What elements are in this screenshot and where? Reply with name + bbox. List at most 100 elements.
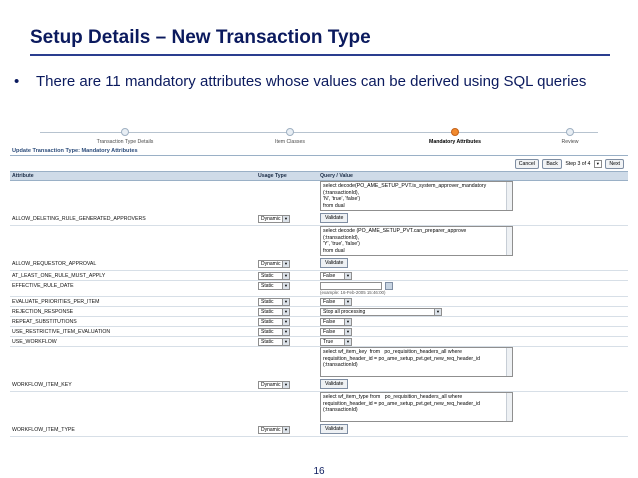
query-cell: select wf_item_key from po_requisition_h… (317, 347, 628, 391)
usage-type-select[interactable]: Static ▼ (258, 307, 290, 316)
value-select[interactable]: False ▼ (320, 317, 352, 326)
train-step-2[interactable]: Item Classes (235, 128, 345, 145)
usage-cell: Static ▼ (255, 297, 317, 306)
bullet-icon: • (14, 73, 20, 90)
train-navigation: Transaction Type Details Item Classes Ma… (10, 128, 628, 148)
dropdown-arrow-icon: ▼ (282, 338, 289, 345)
query-text: select decode (PO_AME_SETUP_PVT.can_prep… (323, 228, 467, 254)
usage-cell: Dynamic ▼ (255, 215, 317, 225)
query-text: select wf_item_type from po_requisition_… (323, 394, 481, 414)
dropdown-arrow-icon: ▼ (344, 328, 351, 335)
query-textarea[interactable]: select wf_item_key from po_requisition_h… (320, 347, 513, 377)
validate-button[interactable]: Validate (320, 379, 349, 389)
dropdown-arrow-icon: ▼ (282, 216, 289, 222)
train-step-icon (566, 128, 574, 136)
value-text: True (323, 338, 334, 345)
value-select[interactable]: False ▼ (320, 297, 352, 306)
usage-type-select[interactable]: Static ▼ (258, 317, 290, 326)
value-select[interactable]: False ▼ (320, 271, 352, 280)
attribute-name: ALLOW_DELETING_RULE_GENERATED_APPROVERS (12, 216, 146, 222)
dropdown-arrow-icon: ▼ (282, 283, 289, 289)
attribute-name: REJECTION_RESPONSE (12, 308, 74, 315)
textarea-scrollbar[interactable] (506, 393, 512, 421)
query-text: select wf_item_key from po_requisition_h… (323, 349, 481, 369)
dropdown-arrow-icon: ▼ (434, 308, 441, 315)
textarea-scrollbar[interactable] (506, 348, 512, 376)
value-cell: False ▼ (317, 271, 628, 280)
table-row: WORKFLOW_ITEM_TYPE Dynamic ▼ select wf_it… (10, 392, 628, 437)
header-query-value: Query / Value (320, 173, 353, 179)
query-textarea[interactable]: select wf_item_type from po_requisition_… (320, 392, 513, 422)
value-select[interactable]: False ▼ (320, 327, 352, 336)
query-textarea[interactable]: select decode(PO_AME_SETUP_PVT.is_system… (320, 181, 513, 211)
train-step-label: Review (561, 139, 579, 145)
date-example: (example: 16-Feb-2005 15:46:00) (320, 290, 386, 295)
validate-button[interactable]: Validate (320, 258, 349, 268)
step-indicator: Step 3 of 4 (565, 161, 591, 167)
usage-type-select[interactable]: Dynamic ▼ (258, 381, 290, 389)
query-cell: select decode(PO_AME_SETUP_PVT.is_system… (317, 181, 628, 225)
usage-type-select[interactable]: Static ▼ (258, 271, 290, 280)
query-cell: select wf_item_type from po_requisition_… (317, 392, 628, 436)
usage-cell: Dynamic ▼ (255, 260, 317, 270)
table-row: USE_RESTRICTIVE_ITEM_EVALUATION Static ▼ … (10, 327, 628, 337)
value-select[interactable]: Stop all processing ▼ (320, 307, 442, 316)
train-step-3[interactable]: Mandatory Attributes (400, 128, 510, 145)
usage-cell: Static ▼ (255, 281, 317, 292)
step-select[interactable]: ▼ (593, 160, 602, 168)
dropdown-arrow-icon: ▼ (282, 308, 289, 315)
value-text: False (323, 298, 336, 305)
calendar-icon[interactable] (385, 282, 393, 290)
usage-cell: Dynamic ▼ (255, 381, 317, 391)
train-step-icon (451, 128, 459, 136)
train-step-1[interactable]: Transaction Type Details (70, 128, 180, 145)
value-cell: (example: 16-Feb-2005 15:46:00) (317, 281, 628, 295)
value-text: False (323, 272, 336, 279)
usage-type-select[interactable]: Dynamic ▼ (258, 260, 290, 268)
value-cell: True ▼ (317, 337, 628, 346)
usage-cell: Static ▼ (255, 307, 317, 316)
usage-type-select[interactable]: Dynamic ▼ (258, 426, 290, 434)
usage-cell: Dynamic ▼ (255, 426, 317, 436)
value-cell: Stop all processing ▼ (317, 307, 628, 316)
value-select[interactable]: True ▼ (320, 337, 352, 346)
usage-type-select[interactable]: Static ▼ (258, 282, 290, 290)
dropdown-arrow-icon: ▼ (344, 338, 351, 345)
attribute-name: AT_LEAST_ONE_RULE_MUST_APPLY (12, 272, 106, 279)
cancel-button[interactable]: Cancel (514, 159, 539, 169)
table-header: Attribute Usage Type Query / Value (10, 171, 628, 181)
attribute-name: EFFECTIVE_RULE_DATE (12, 283, 74, 289)
validate-button[interactable]: Validate (320, 213, 349, 223)
table-row: REPEAT_SUBSTITUTIONS Static ▼ False ▼ (10, 317, 628, 327)
attribute-name: USE_WORKFLOW (12, 338, 57, 345)
dropdown-arrow-icon: ▼ (282, 328, 289, 335)
attribute-name: USE_RESTRICTIVE_ITEM_EVALUATION (12, 328, 111, 335)
value-cell: False ▼ (317, 317, 628, 326)
value-cell: False ▼ (317, 327, 628, 336)
back-button[interactable]: Back (542, 159, 562, 169)
date-input[interactable] (320, 282, 382, 290)
textarea-scrollbar[interactable] (506, 182, 512, 210)
query-textarea[interactable]: select decode (PO_AME_SETUP_PVT.can_prep… (320, 226, 513, 256)
usage-type-select[interactable]: Static ▼ (258, 297, 290, 306)
usage-type-select[interactable]: Static ▼ (258, 327, 290, 336)
usage-type-select[interactable]: Static ▼ (258, 337, 290, 346)
query-cell: select decode (PO_AME_SETUP_PVT.can_prep… (317, 226, 628, 270)
next-button[interactable]: Next (605, 159, 624, 169)
usage-cell: Static ▼ (255, 327, 317, 336)
dropdown-arrow-icon: ▼ (344, 272, 351, 279)
usage-cell: Static ▼ (255, 337, 317, 346)
slide-title: Setup Details – New Transaction Type (30, 27, 371, 48)
query-text: select decode(PO_AME_SETUP_PVT.is_system… (323, 183, 487, 209)
train-step-4[interactable]: Review (515, 128, 625, 145)
usage-type-select[interactable]: Dynamic ▼ (258, 215, 290, 223)
attribute-name: WORKFLOW_ITEM_TYPE (12, 427, 75, 433)
dropdown-arrow-icon: ▼ (282, 427, 289, 433)
dropdown-arrow-icon: ▼ (282, 298, 289, 305)
textarea-scrollbar[interactable] (506, 227, 512, 255)
validate-button[interactable]: Validate (320, 424, 349, 434)
usage-type-value: Dynamic (261, 427, 281, 433)
usage-cell: Static ▼ (255, 271, 317, 280)
dropdown-arrow-icon: ▼ (344, 298, 351, 305)
value-text: False (323, 328, 336, 335)
